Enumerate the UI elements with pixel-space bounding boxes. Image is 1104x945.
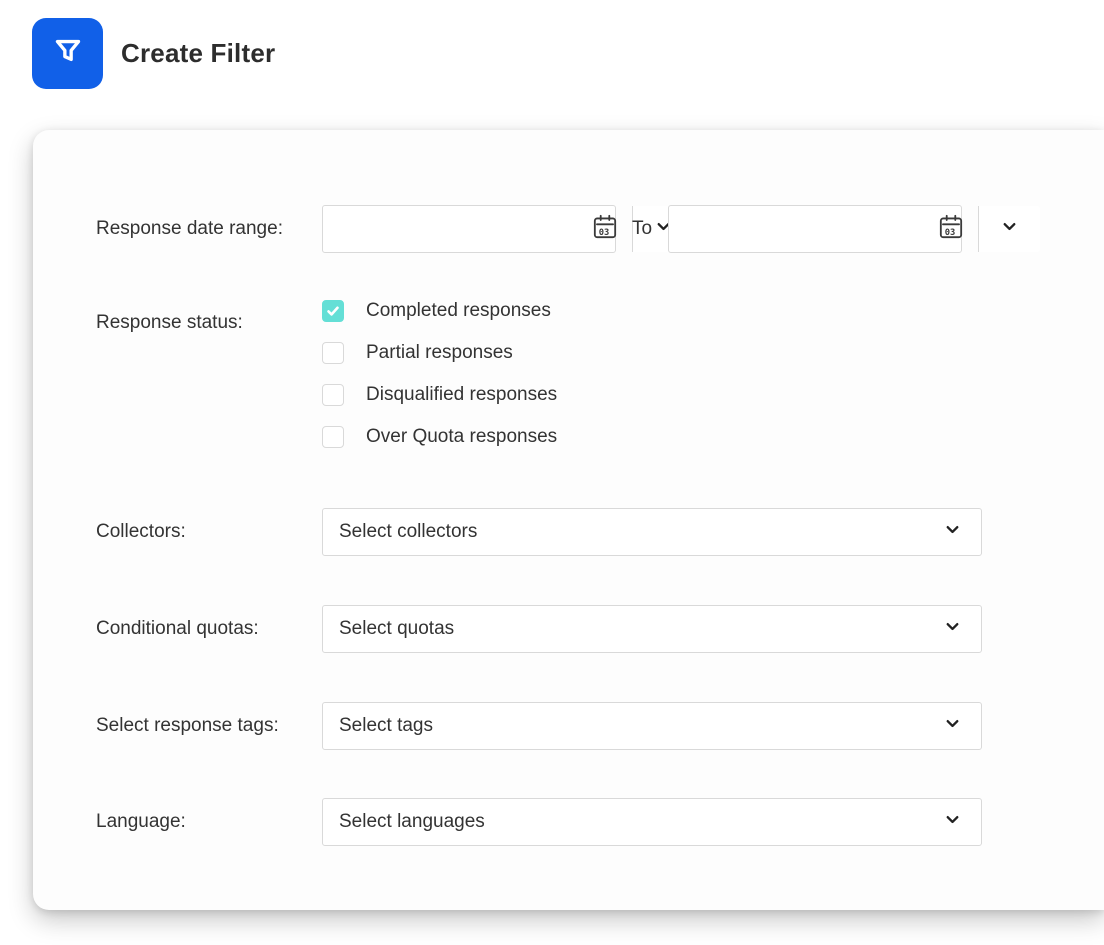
conditional-quotas-label: Conditional quotas: <box>96 618 259 640</box>
date-to-group: 03 <box>668 205 962 253</box>
date-from-input[interactable] <box>337 206 582 252</box>
date-from-group: 03 <box>322 205 616 253</box>
header: Create Filter <box>32 18 275 89</box>
response-tags-row: Select response tags: Select tags <box>33 702 1104 750</box>
date-range-controls: 03 To <box>322 205 962 253</box>
date-from-field[interactable]: 03 <box>323 206 632 252</box>
language-select-value: Select languages <box>339 811 485 833</box>
collectors-select-value: Select collectors <box>339 521 477 543</box>
checkbox-label: Partial responses <box>366 342 513 364</box>
collectors-select[interactable]: Select collectors <box>322 508 982 556</box>
checkbox-over-quota[interactable] <box>322 426 344 448</box>
conditional-quotas-select[interactable]: Select quotas <box>322 605 982 653</box>
response-tags-select-value: Select tags <box>339 715 433 737</box>
checkbox-row-disqualified[interactable]: Disqualified responses <box>322 384 557 406</box>
checkbox-row-partial[interactable]: Partial responses <box>322 342 557 364</box>
response-tags-label: Select response tags: <box>96 715 279 737</box>
svg-text:03: 03 <box>945 227 956 237</box>
calendar-icon[interactable]: 03 <box>936 212 966 247</box>
chevron-down-icon <box>944 618 961 640</box>
checkbox-partial[interactable] <box>322 342 344 364</box>
collectors-label: Collectors: <box>96 521 186 543</box>
funnel-icon <box>47 30 89 77</box>
collectors-row: Collectors: Select collectors <box>33 508 1104 556</box>
response-status-options: Completed responses Partial responses Di… <box>322 300 557 468</box>
svg-text:03: 03 <box>599 227 610 237</box>
language-select[interactable]: Select languages <box>322 798 982 846</box>
date-to-dropdown-button[interactable] <box>978 206 1040 252</box>
response-tags-select[interactable]: Select tags <box>322 702 982 750</box>
create-filter-card: Response date range: 03 <box>33 130 1104 910</box>
checkbox-label: Completed responses <box>366 300 551 322</box>
language-label: Language: <box>96 811 186 833</box>
date-to-field[interactable]: 03 <box>669 206 978 252</box>
date-range-label: Response date range: <box>96 218 283 240</box>
date-range-row: Response date range: 03 <box>33 205 1104 253</box>
response-status-label: Response status: <box>96 312 243 334</box>
chevron-down-icon <box>944 521 961 543</box>
checkbox-label: Over Quota responses <box>366 426 557 448</box>
chevron-down-icon <box>1001 218 1018 240</box>
checkbox-disqualified[interactable] <box>322 384 344 406</box>
filter-icon-tile <box>32 18 103 89</box>
checkbox-row-over-quota[interactable]: Over Quota responses <box>322 426 557 448</box>
page-title: Create Filter <box>121 38 275 69</box>
checkbox-row-completed[interactable]: Completed responses <box>322 300 557 322</box>
conditional-quotas-select-value: Select quotas <box>339 618 454 640</box>
date-range-to-separator: To <box>616 218 668 240</box>
chevron-down-icon <box>944 811 961 833</box>
checkbox-completed[interactable] <box>322 300 344 322</box>
chevron-down-icon <box>944 715 961 737</box>
conditional-quotas-row: Conditional quotas: Select quotas <box>33 605 1104 653</box>
checkbox-label: Disqualified responses <box>366 384 557 406</box>
language-row: Language: Select languages <box>33 798 1104 846</box>
date-to-input[interactable] <box>683 206 928 252</box>
